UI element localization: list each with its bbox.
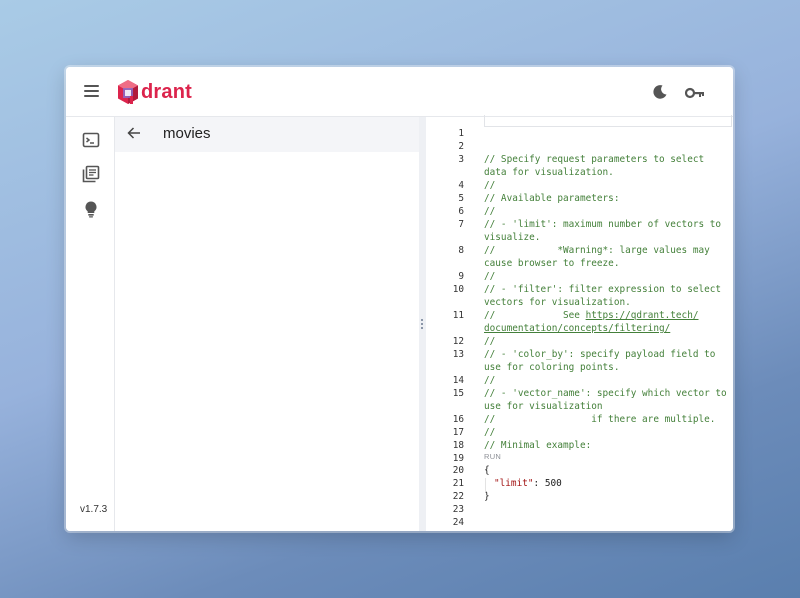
- code-comment: //: [484, 427, 496, 438]
- code-comment: // Minimal example:: [484, 440, 592, 451]
- docs-link[interactable]: https://qdrant.tech/: [586, 310, 699, 321]
- line-number: 14: [452, 375, 464, 386]
- top-bar: drant: [66, 67, 733, 117]
- docs-link-cont[interactable]: documentation/concepts/filtering/: [484, 323, 670, 334]
- code-comment: // - 'limit': maximum number of vectors …: [484, 219, 722, 230]
- collections-icon[interactable]: [82, 165, 100, 183]
- code-comment: //: [484, 180, 496, 191]
- code-comment: // Specify request parameters to select: [484, 154, 705, 165]
- line-number: 2: [458, 141, 464, 152]
- line-number: 5: [458, 193, 464, 204]
- app-window: drant v1.7.3 movies 1 2 3 // Specify req…: [66, 67, 733, 531]
- line-number: 9: [458, 271, 464, 282]
- code-comment: // *Warning*: large values may: [484, 245, 710, 256]
- version-label: v1.7.3: [80, 504, 108, 515]
- json-separator: :: [533, 478, 545, 489]
- line-number: 11: [452, 310, 464, 321]
- code-comment: //: [484, 271, 496, 282]
- line-number: 17: [452, 427, 464, 438]
- line-number: 15: [452, 388, 464, 399]
- code-comment-wrap: visualize.: [484, 232, 541, 243]
- code-comment-text: // See: [484, 310, 586, 321]
- code-comment-wrap: use for coloring points.: [484, 362, 620, 373]
- code-comment: // - 'filter': filter expression to sele…: [484, 284, 722, 295]
- json-key: "limit": [494, 478, 534, 489]
- line-number: 16: [452, 414, 464, 425]
- drag-handle-icon: [421, 319, 424, 329]
- code-comment-wrap: documentation/concepts/filtering/: [484, 323, 670, 334]
- side-navigation: v1.7.3: [66, 117, 115, 531]
- line-number: 24: [452, 517, 464, 528]
- json-value: 500: [544, 478, 562, 489]
- line-number: 18: [452, 440, 464, 451]
- line-number: 8: [458, 245, 464, 256]
- key-icon[interactable]: [684, 86, 705, 99]
- arrow-left-icon[interactable]: [127, 126, 141, 140]
- run-button[interactable]: RUN: [484, 452, 501, 461]
- logo-text: drant: [141, 81, 192, 103]
- code-comment: // - 'vector_name': specify which vector…: [484, 388, 727, 399]
- line-number: 3: [458, 154, 464, 165]
- line-number: 21: [452, 478, 464, 489]
- current-line-highlight: [484, 115, 732, 127]
- line-number: 6: [458, 206, 464, 217]
- collection-title: movies: [163, 125, 211, 142]
- code-comment-wrap: vectors for visualization.: [484, 297, 631, 308]
- code-comment: //: [484, 375, 496, 386]
- code-comment-wrap: cause browser to freeze.: [484, 258, 620, 269]
- code-comment: //: [484, 206, 496, 217]
- hamburger-menu-icon[interactable]: [84, 85, 99, 97]
- request-editor[interactable]: 1 2 3 // Specify request parameters to s…: [426, 115, 733, 531]
- line-number: 1: [458, 128, 464, 139]
- qdrant-logo[interactable]: drant: [117, 79, 192, 105]
- line-number: 10: [452, 284, 464, 295]
- collection-header: movies: [115, 117, 419, 152]
- code-comment: // See https://qdrant.tech/: [484, 310, 699, 321]
- indent-guide: [485, 478, 486, 492]
- lightbulb-icon[interactable]: [82, 200, 100, 218]
- line-number: 22: [452, 491, 464, 502]
- line-number: 20: [452, 465, 464, 476]
- line-number: 4: [458, 180, 464, 191]
- visualize-panel: movies: [115, 117, 419, 531]
- code-comment: //: [484, 336, 496, 347]
- moon-icon[interactable]: [652, 84, 668, 100]
- line-number: 19: [452, 453, 464, 464]
- console-icon[interactable]: [82, 131, 100, 149]
- code-comment-wrap: use for visualization: [484, 401, 603, 412]
- json-property: "limit": 500: [494, 478, 562, 489]
- code-comment: // if there are multiple.: [484, 414, 716, 425]
- line-number: 13: [452, 349, 464, 360]
- line-number: 12: [452, 336, 464, 347]
- code-comment-wrap: data for visualization.: [484, 167, 614, 178]
- json-close-brace: }: [484, 491, 490, 502]
- line-number: 7: [458, 219, 464, 230]
- line-number: 23: [452, 504, 464, 515]
- panel-resize-handle[interactable]: [419, 117, 426, 531]
- code-comment: // Available parameters:: [484, 193, 620, 204]
- qdrant-logo-icon: [118, 80, 138, 104]
- json-open-brace: {: [484, 465, 490, 476]
- code-comment: // - 'color_by': specify payload field t…: [484, 349, 716, 360]
